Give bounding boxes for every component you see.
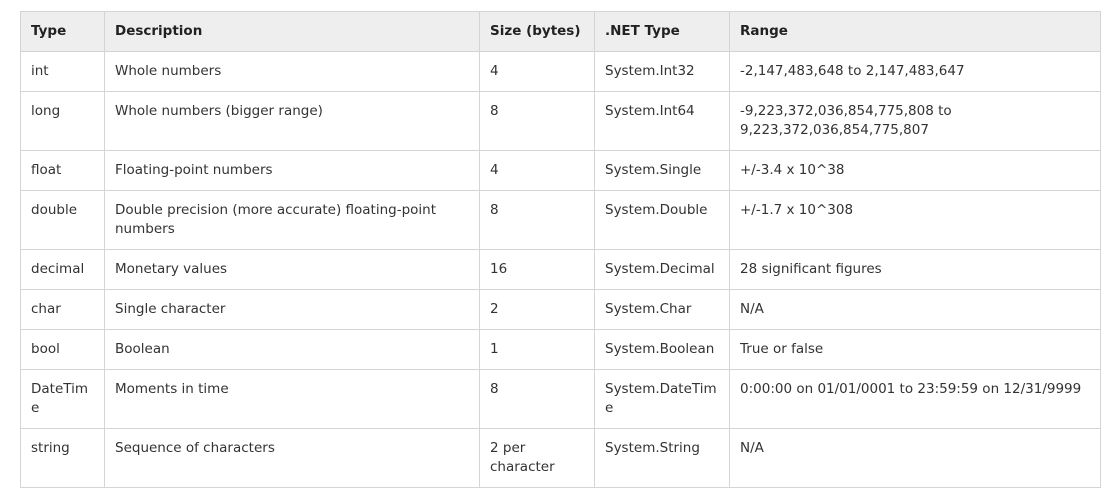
cell-net-type: System.Int32: [594, 51, 730, 92]
data-types-table-container: Type Description Size (bytes) .NET Type …: [20, 11, 1101, 488]
cell-size: 1: [479, 329, 595, 370]
cell-net-type: System.DateTime: [594, 369, 730, 429]
table-row: string Sequence of characters 2 per char…: [20, 428, 1101, 488]
cell-size: 8: [479, 369, 595, 429]
cell-size: 8: [479, 190, 595, 250]
cell-size: 2: [479, 289, 595, 330]
data-types-table: Type Description Size (bytes) .NET Type …: [20, 11, 1101, 488]
cell-range: 28 significant figures: [729, 249, 1101, 290]
cell-net-type: System.Boolean: [594, 329, 730, 370]
cell-description: Monetary values: [104, 249, 480, 290]
cell-description: Floating-point numbers: [104, 150, 480, 191]
header-type: Type: [20, 11, 105, 52]
cell-size: 16: [479, 249, 595, 290]
header-description: Description: [104, 11, 480, 52]
cell-range: N/A: [729, 289, 1101, 330]
cell-description: Boolean: [104, 329, 480, 370]
cell-size: 4: [479, 51, 595, 92]
cell-size: 8: [479, 91, 595, 151]
header-range: Range: [729, 11, 1101, 52]
cell-range: +/-3.4 x 10^38: [729, 150, 1101, 191]
cell-size: 2 per character: [479, 428, 595, 488]
cell-description: Moments in time: [104, 369, 480, 429]
cell-range: +/-1.7 x 10^308: [729, 190, 1101, 250]
table-row: double Double precision (more accurate) …: [20, 190, 1101, 250]
cell-range: -9,223,372,036,854,775,808 to 9,223,372,…: [729, 91, 1101, 151]
table-row: long Whole numbers (bigger range) 8 Syst…: [20, 91, 1101, 151]
cell-range: True or false: [729, 329, 1101, 370]
cell-type: string: [20, 428, 105, 488]
cell-net-type: System.Double: [594, 190, 730, 250]
table-row: DateTime Moments in time 8 System.DateTi…: [20, 369, 1101, 429]
cell-size: 4: [479, 150, 595, 191]
cell-type: float: [20, 150, 105, 191]
cell-net-type: System.Int64: [594, 91, 730, 151]
table-row: decimal Monetary values 16 System.Decima…: [20, 249, 1101, 290]
cell-description: Whole numbers (bigger range): [104, 91, 480, 151]
cell-range: 0:00:00 on 01/01/0001 to 23:59:59 on 12/…: [729, 369, 1101, 429]
cell-range: N/A: [729, 428, 1101, 488]
cell-description: Double precision (more accurate) floatin…: [104, 190, 480, 250]
cell-net-type: System.Decimal: [594, 249, 730, 290]
cell-net-type: System.Single: [594, 150, 730, 191]
table-row: bool Boolean 1 System.Boolean True or fa…: [20, 329, 1101, 370]
table-row: char Single character 2 System.Char N/A: [20, 289, 1101, 330]
cell-type: int: [20, 51, 105, 92]
cell-net-type: System.String: [594, 428, 730, 488]
cell-description: Sequence of characters: [104, 428, 480, 488]
header-size: Size (bytes): [479, 11, 595, 52]
cell-type: DateTime: [20, 369, 105, 429]
cell-net-type: System.Char: [594, 289, 730, 330]
cell-description: Single character: [104, 289, 480, 330]
cell-type: bool: [20, 329, 105, 370]
cell-type: char: [20, 289, 105, 330]
header-net-type: .NET Type: [594, 11, 730, 52]
header-row: Type Description Size (bytes) .NET Type …: [20, 11, 1101, 52]
table-row: int Whole numbers 4 System.Int32 -2,147,…: [20, 51, 1101, 92]
cell-type: decimal: [20, 249, 105, 290]
table-row: float Floating-point numbers 4 System.Si…: [20, 150, 1101, 191]
cell-type: double: [20, 190, 105, 250]
cell-range: -2,147,483,648 to 2,147,483,647: [729, 51, 1101, 92]
cell-description: Whole numbers: [104, 51, 480, 92]
cell-type: long: [20, 91, 105, 151]
